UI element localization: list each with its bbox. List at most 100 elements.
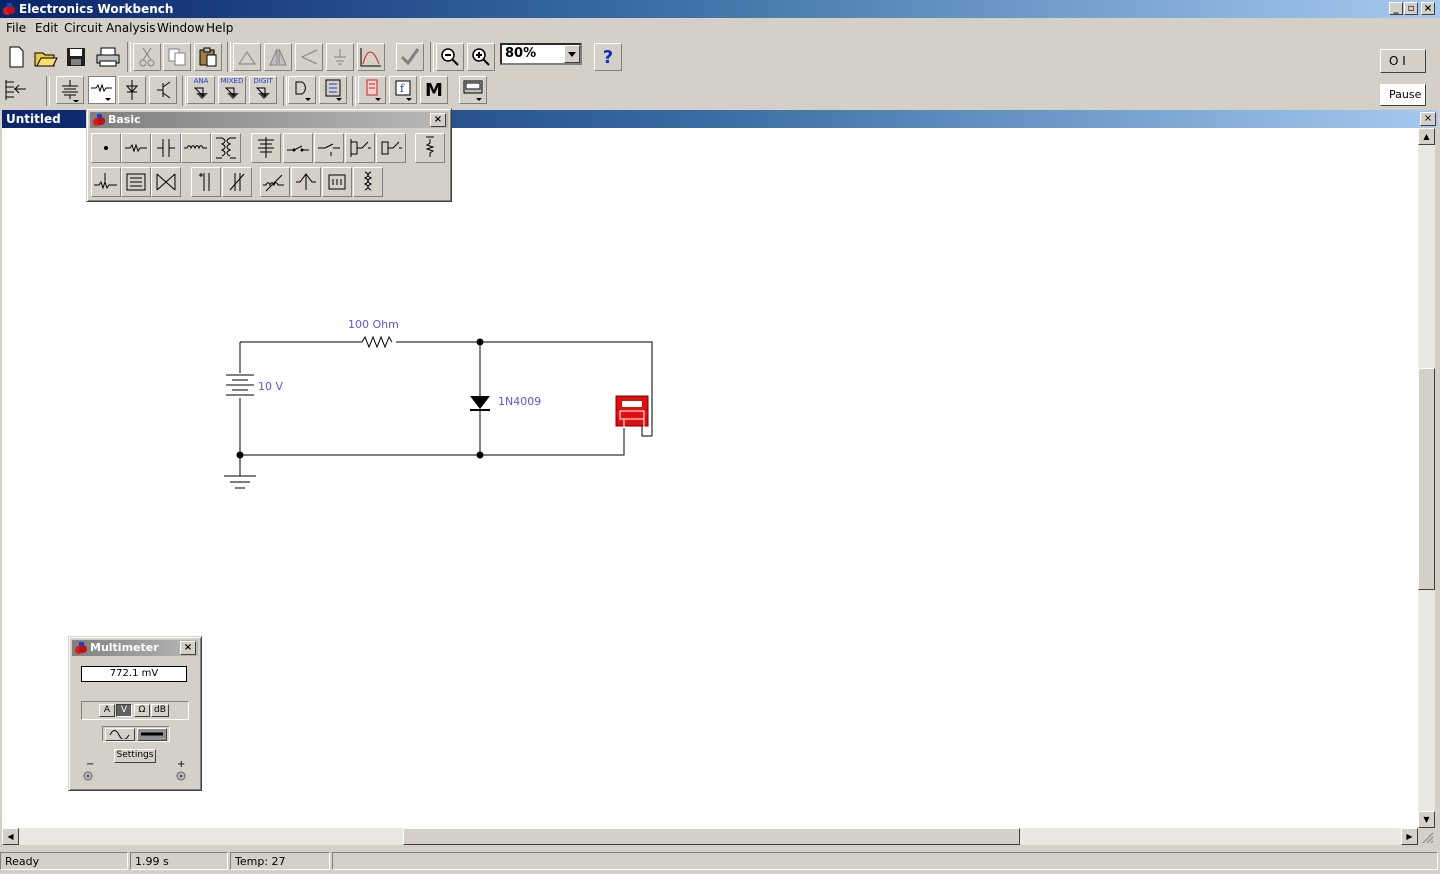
status-bar: Ready 1.99 s Temp: 27 [0,850,1440,874]
favorites-bin-icon [5,80,26,100]
transistors-bin-button[interactable] [149,76,177,104]
close-button[interactable]: × [1421,2,1435,15]
battery-label: 10 V [258,380,284,393]
scissors-icon [139,47,155,67]
pullup-resistor-part[interactable] [415,133,445,163]
minimize-button[interactable]: _ [1389,2,1403,15]
cut-button[interactable] [133,43,161,71]
scroll-right-button[interactable]: ▶ [1401,828,1418,845]
rotate-button[interactable] [233,43,261,71]
sources-icon [62,80,79,102]
logic-gates-bin-button[interactable] [288,76,316,104]
controls-bin-button[interactable]: f [389,76,417,104]
relay-part[interactable] [251,133,281,163]
polarized-capacitor-part[interactable] [191,167,221,197]
paste-button[interactable] [194,43,222,71]
pause-button[interactable]: Pause [1380,84,1426,106]
mode-ohmmeter-button[interactable]: Ω [134,704,150,717]
diodes-bin-button[interactable] [118,76,146,104]
horizontal-scrollbar[interactable]: ◀ ▶ [2,828,1418,845]
time-delay-switch-icon [318,143,340,156]
magnetic-core-part[interactable] [291,167,321,197]
potentiometer-part[interactable] [91,167,121,197]
digital-ics-bin-button[interactable]: DIGIT [249,76,277,104]
negative-terminal[interactable] [83,771,93,781]
basic-palette-close-button[interactable]: × [430,113,446,127]
power-switch[interactable]: O I [1380,49,1426,73]
transformer-part[interactable] [211,133,241,163]
current-controlled-switch-part[interactable] [376,133,406,163]
coreless-coil-part[interactable] [322,167,352,197]
mode-voltmeter-button[interactable]: V [116,704,132,717]
size-grip[interactable] [1418,828,1435,845]
print-button[interactable] [94,43,122,71]
dc-mode-button[interactable] [137,728,167,741]
menu-window[interactable]: Window [157,21,204,35]
inductor-part[interactable] [181,133,211,163]
vertical-scrollbar[interactable]: ▲ ▼ [1418,128,1435,828]
analysis-graphs-button[interactable] [396,43,424,71]
flip-vertical-button[interactable] [295,43,323,71]
document-close-button[interactable]: × [1420,112,1436,126]
nonlinear-transformer-part[interactable] [353,167,383,197]
save-button[interactable] [62,43,90,71]
instruments-bin-button[interactable] [459,76,487,104]
capacitor-part[interactable] [151,133,181,163]
mode-ammeter-button[interactable]: A [99,704,115,717]
menu-analysis[interactable]: Analysis [106,21,155,35]
mode-decibel-button[interactable]: dB [151,704,169,717]
new-file-button[interactable] [2,43,30,71]
toolbar-separator [46,76,50,106]
menu-edit[interactable]: Edit [35,21,58,35]
vertical-scroll-thumb[interactable] [1418,368,1435,590]
switch-part[interactable] [283,133,313,163]
status-message [332,852,1438,870]
multimeter-settings-button[interactable]: Settings [114,749,156,763]
multimeter-close-button[interactable]: × [180,641,196,655]
resistor-part[interactable] [121,133,151,163]
zoom-out-button[interactable] [436,43,464,71]
time-delay-switch-part[interactable] [314,133,344,163]
toolbar-separator [182,76,186,106]
basic-palette-titlebar[interactable]: Basic × [90,112,448,128]
mixed-ics-bin-button[interactable]: MIXED [218,76,246,104]
scroll-down-button[interactable]: ▼ [1418,811,1435,828]
horizontal-scroll-thumb[interactable] [403,828,1020,845]
zoom-select[interactable]: 80% [500,43,582,65]
digital-bin-button[interactable] [319,76,347,104]
voltage-controlled-switch-part[interactable] [345,133,375,163]
zoom-in-button[interactable] [467,43,495,71]
circuit-canvas[interactable]: 100 Ohm 10 V 1N4009 [2,128,1418,828]
flip-horizontal-button[interactable] [264,43,292,71]
resistor-pack-part[interactable] [121,167,151,197]
scroll-left-button[interactable]: ◀ [2,828,19,845]
zoom-out-icon [441,48,459,66]
favorites-bin-button[interactable] [2,76,30,104]
miscellaneous-bin-button[interactable]: M [420,76,448,104]
voltage-switch-icon [350,139,371,157]
basic-bin-button[interactable] [88,76,116,104]
copy-button[interactable] [163,43,191,71]
variable-inductor-part[interactable] [260,167,290,197]
menu-help[interactable]: Help [206,21,233,35]
voltage-controlled-analog-switch-part[interactable] [151,167,181,197]
ac-mode-button[interactable] [105,728,135,741]
analog-ics-bin-button[interactable]: ANA [187,76,215,104]
sources-bin-button[interactable] [56,76,84,104]
variable-capacitor-part[interactable] [222,167,252,197]
connector-part[interactable] [91,133,121,163]
indicator-icon [366,79,381,101]
indicators-bin-button[interactable] [358,76,386,104]
create-subcircuit-button[interactable] [357,43,385,71]
zoom-dropdown-arrow[interactable] [564,45,580,63]
menu-file[interactable]: File [6,21,26,35]
open-folder-icon [34,52,58,67]
open-file-button[interactable] [32,43,60,71]
multimeter-titlebar[interactable]: Multimeter × [72,640,198,656]
positive-terminal[interactable] [176,771,186,781]
component-properties-button[interactable] [326,43,354,71]
restore-button[interactable]: ▫ [1404,2,1418,15]
help-button[interactable]: ? [594,43,622,71]
menu-circuit[interactable]: Circuit [64,21,103,35]
scroll-up-button[interactable]: ▲ [1418,128,1435,145]
